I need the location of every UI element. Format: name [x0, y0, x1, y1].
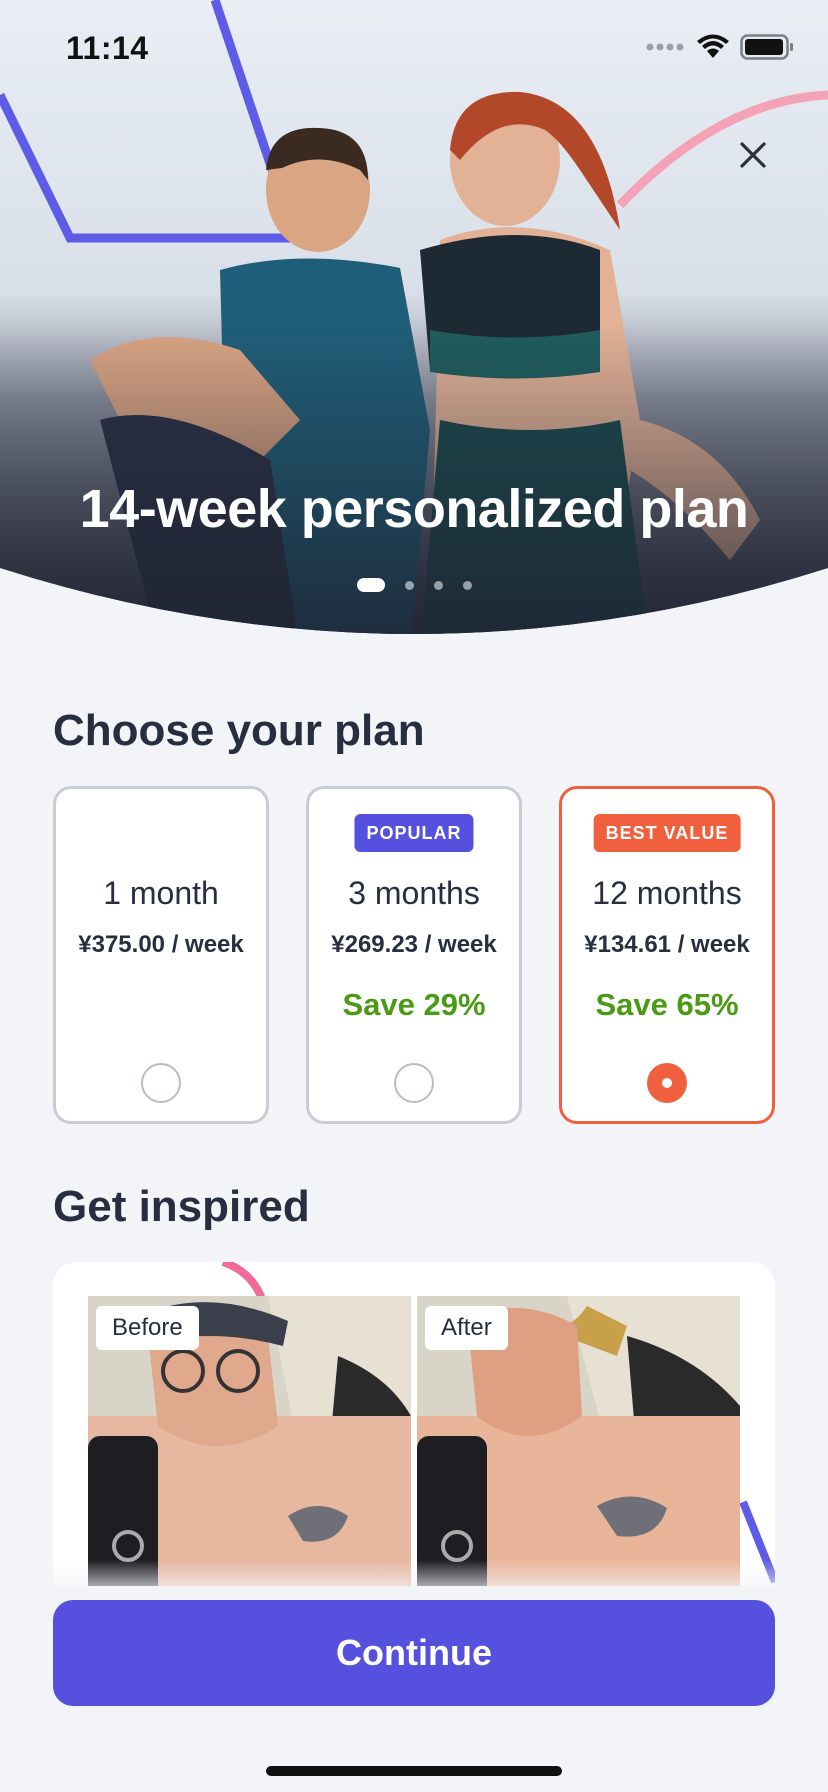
before-label: Before	[96, 1306, 199, 1350]
wifi-icon	[697, 34, 729, 58]
signal-icon	[646, 43, 684, 51]
page-dot-active[interactable]	[356, 578, 385, 592]
close-button[interactable]	[730, 132, 776, 178]
after-photo: After	[417, 1296, 740, 1596]
plan-price: ¥375.00 / week	[78, 931, 244, 958]
plan-price: ¥269.23 / week	[331, 931, 497, 958]
plans-section-title: Choose your plan	[53, 706, 425, 755]
page-indicator[interactable]	[0, 578, 828, 592]
status-bar: 11:14	[0, 0, 828, 100]
before-photo: Before	[88, 1296, 411, 1596]
close-icon	[740, 142, 766, 168]
hero-title: 14-week personalized plan	[79, 479, 749, 539]
plan-radio[interactable]	[394, 1063, 434, 1103]
page-dot[interactable]	[433, 580, 443, 590]
continue-button[interactable]: Continue	[53, 1600, 775, 1706]
plan-name: 3 months	[348, 875, 480, 911]
plan-radio[interactable]	[141, 1063, 181, 1103]
battery-icon	[740, 34, 793, 60]
hero-banner: 11:14 14-week personalized plan	[0, 0, 828, 650]
plan-savings: Save 65%	[595, 987, 739, 1022]
plan-price: ¥134.61 / week	[584, 931, 750, 958]
status-time: 11:14	[66, 30, 149, 66]
after-label: After	[425, 1306, 508, 1350]
page-dot[interactable]	[404, 580, 414, 590]
inspired-section-title: Get inspired	[53, 1182, 310, 1231]
plan-name: 12 months	[592, 875, 742, 911]
plan-card-12-months[interactable]: BEST VALUE 12 months ¥134.61 / week Save…	[559, 786, 775, 1124]
plan-name: 1 month	[103, 875, 219, 911]
popular-badge: POPULAR	[354, 814, 474, 852]
plan-card-1-month[interactable]: 1 month ¥375.00 / week	[53, 786, 269, 1124]
plan-savings: Save 29%	[342, 987, 486, 1022]
plan-options: 1 month ¥375.00 / week POPULAR 3 months …	[53, 786, 775, 1124]
plan-card-3-months[interactable]: POPULAR 3 months ¥269.23 / week Save 29%	[306, 786, 522, 1124]
plan-radio-selected[interactable]	[647, 1063, 687, 1103]
best-value-badge: BEST VALUE	[593, 814, 741, 852]
home-indicator	[266, 1766, 562, 1776]
page-dot[interactable]	[462, 580, 472, 590]
